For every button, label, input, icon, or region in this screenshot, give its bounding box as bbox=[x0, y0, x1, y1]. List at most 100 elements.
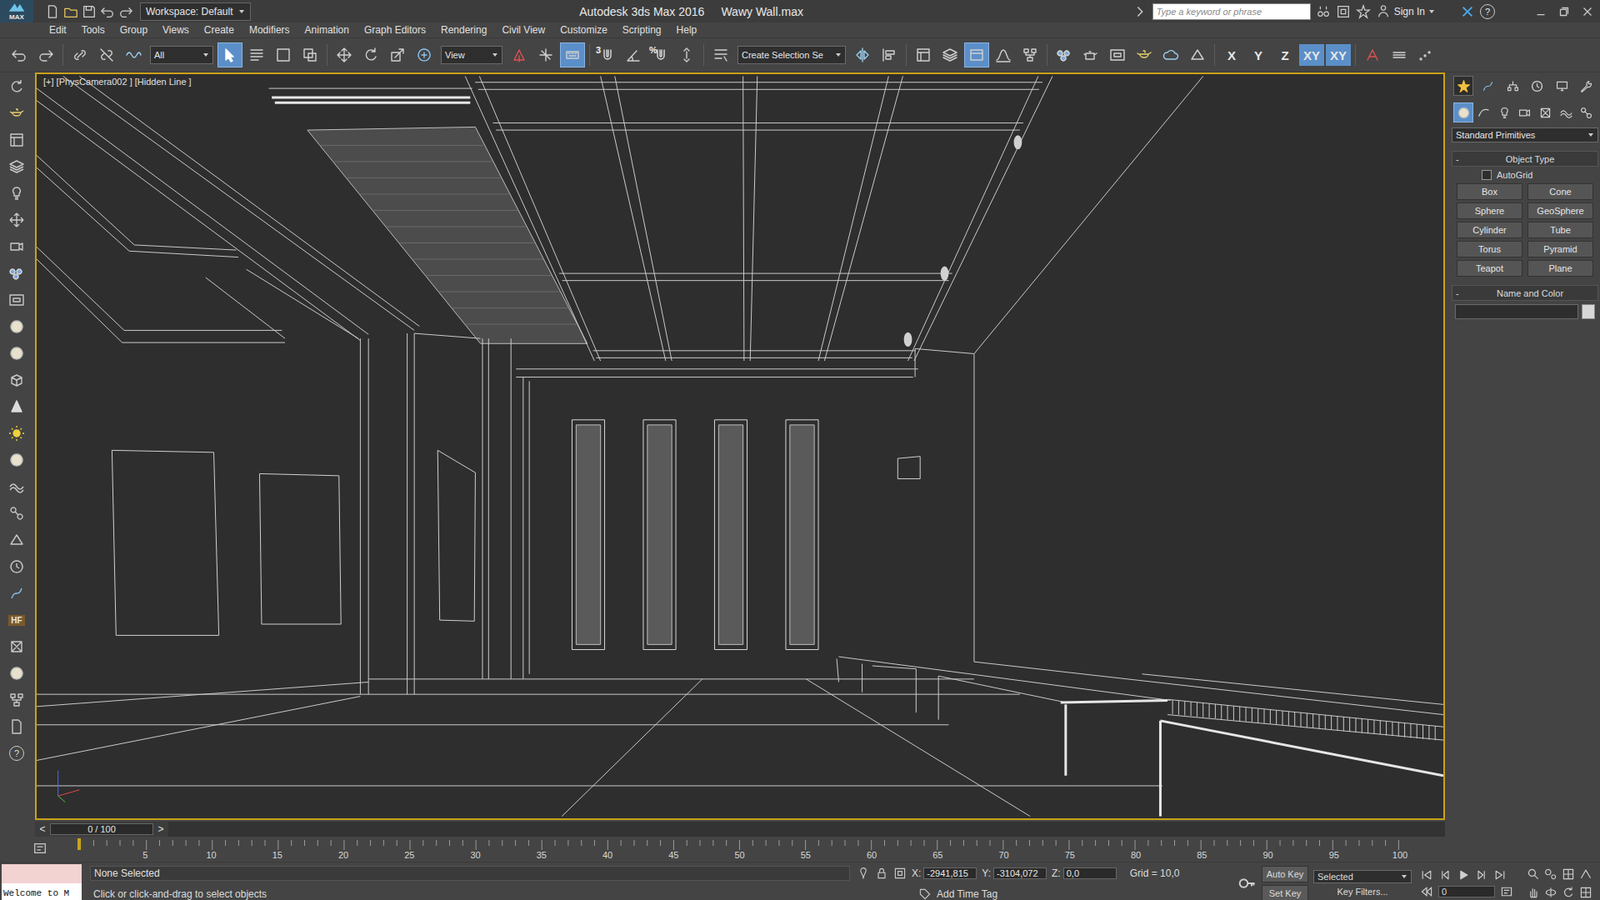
coordinate-field[interactable]: Y:-3104,072 bbox=[981, 867, 1047, 880]
coordinate-field[interactable]: Z:0,0 bbox=[1051, 867, 1117, 880]
light-tool[interactable] bbox=[5, 182, 28, 205]
minimize-icon[interactable] bbox=[1533, 4, 1549, 20]
help-button[interactable]: ? bbox=[1480, 4, 1495, 20]
hf-tool[interactable]: HF bbox=[5, 609, 28, 631]
select-and-manipulate-button[interactable] bbox=[533, 42, 559, 68]
savef-icon[interactable] bbox=[81, 4, 97, 20]
select-and-link-button[interactable] bbox=[67, 42, 93, 68]
autogrid-checkbox[interactable]: AutoGrid bbox=[1451, 170, 1599, 180]
orbit-tool[interactable] bbox=[5, 75, 28, 98]
redo-button[interactable] bbox=[33, 42, 59, 68]
object-color-swatch[interactable] bbox=[1581, 304, 1595, 320]
array-button[interactable] bbox=[1413, 42, 1439, 68]
helper-tool[interactable] bbox=[5, 529, 28, 551]
unlink-selection-button[interactable] bbox=[94, 42, 120, 68]
shade-tool[interactable] bbox=[5, 662, 28, 685]
keyboard-shortcut-override-button[interactable] bbox=[560, 42, 585, 68]
camera-tool[interactable] bbox=[5, 235, 28, 258]
create-category-button[interactable] bbox=[1555, 102, 1576, 123]
file-tool[interactable] bbox=[5, 715, 28, 738]
cone-tool[interactable] bbox=[5, 395, 28, 418]
redo-icon[interactable] bbox=[118, 4, 134, 20]
axis-constraint-3[interactable]: XY bbox=[1299, 44, 1325, 66]
percent-snap-button[interactable]: % bbox=[647, 42, 673, 68]
material-editor-button[interactable] bbox=[1051, 42, 1077, 68]
lock-icon[interactable] bbox=[875, 866, 889, 880]
time-configuration-icon[interactable] bbox=[1500, 885, 1514, 899]
sphere-tool[interactable] bbox=[5, 315, 28, 338]
command-panel-tab[interactable] bbox=[1527, 75, 1548, 96]
warp-tool[interactable] bbox=[5, 475, 28, 498]
axis-constraint-2[interactable]: Z bbox=[1272, 44, 1298, 66]
render-production-button[interactable] bbox=[1131, 42, 1157, 68]
key-set-dropdown[interactable]: Selected bbox=[1313, 870, 1412, 884]
primitive-button[interactable]: Cylinder bbox=[1456, 221, 1523, 239]
systems-tool[interactable] bbox=[5, 502, 28, 525]
layer-explorer-button[interactable] bbox=[937, 42, 963, 68]
extras-tool-button[interactable] bbox=[1360, 42, 1385, 68]
mini-curve-editor-icon[interactable] bbox=[32, 840, 48, 856]
snaps-toggle-button[interactable]: 3 bbox=[594, 42, 620, 68]
window-crossing-button[interactable] bbox=[297, 42, 323, 68]
menu-item[interactable]: Rendering bbox=[433, 24, 495, 36]
search-field[interactable]: Type a keyword or phrase bbox=[1152, 3, 1311, 20]
undo-button[interactable] bbox=[6, 42, 32, 68]
zoom-icon[interactable] bbox=[1526, 867, 1540, 881]
schematic-tool[interactable] bbox=[5, 689, 28, 711]
maxscript-listener[interactable]: Welcome to M bbox=[1, 864, 82, 900]
rollout-header[interactable]: -Object Type bbox=[1451, 150, 1599, 167]
motion-tool[interactable] bbox=[5, 555, 28, 578]
create-category-button[interactable] bbox=[1494, 102, 1515, 123]
menu-item[interactable]: Tools bbox=[74, 24, 113, 36]
curve-editor-button[interactable] bbox=[990, 42, 1016, 68]
restore-icon[interactable] bbox=[1556, 4, 1572, 20]
bind-to-space-warp-button[interactable] bbox=[120, 42, 146, 68]
primitive-button[interactable]: GeoSphere bbox=[1527, 202, 1594, 220]
menu-item[interactable]: Help bbox=[669, 24, 705, 36]
create-category-button[interactable] bbox=[1535, 102, 1556, 123]
coordinate-field[interactable]: X:-2941,815 bbox=[911, 867, 977, 880]
schematic-view-button[interactable] bbox=[1017, 42, 1043, 68]
command-panel-tab[interactable] bbox=[1478, 75, 1499, 96]
move-tool[interactable] bbox=[5, 209, 28, 231]
menu-item[interactable]: Views bbox=[155, 24, 197, 36]
key-mode-icon[interactable] bbox=[1420, 885, 1434, 899]
subscription-icon[interactable] bbox=[1335, 4, 1351, 20]
menu-item[interactable]: Graph Editors bbox=[356, 24, 434, 36]
create-category-button[interactable] bbox=[1515, 102, 1535, 123]
menu-item[interactable]: Scripting bbox=[615, 24, 670, 36]
key-filters-button[interactable]: Key Filters... bbox=[1313, 885, 1412, 898]
axis-constraint-0[interactable]: X bbox=[1219, 44, 1245, 66]
named-selection-dropdown[interactable]: Create Selection Se bbox=[737, 45, 846, 65]
exchange-icon[interactable] bbox=[1460, 4, 1475, 20]
select-and-rotate-button[interactable] bbox=[358, 42, 384, 68]
maxi-icon[interactable] bbox=[1561, 867, 1575, 881]
primitive-button[interactable]: Box bbox=[1456, 183, 1523, 200]
set-keys-key-icon[interactable] bbox=[1236, 873, 1257, 894]
play-icon[interactable] bbox=[1456, 868, 1470, 882]
primitive-button[interactable]: Plane bbox=[1527, 260, 1594, 277]
command-panel-tab[interactable] bbox=[1453, 75, 1474, 96]
isolate-icon[interactable] bbox=[856, 866, 870, 880]
object-name-field[interactable] bbox=[1455, 304, 1579, 320]
selection-filter-dropdown[interactable]: All bbox=[150, 45, 214, 65]
rotate-icon[interactable] bbox=[1561, 885, 1575, 900]
brush-presets-button[interactable] bbox=[1386, 42, 1412, 68]
select-and-scale-button[interactable] bbox=[385, 42, 410, 68]
geosphere-tool[interactable] bbox=[5, 342, 28, 365]
end-icon[interactable] bbox=[1493, 868, 1507, 882]
expand-arrow-icon[interactable] bbox=[1132, 4, 1148, 20]
modify-tool[interactable] bbox=[5, 582, 28, 605]
newf-icon[interactable] bbox=[45, 4, 60, 20]
track-bar[interactable]: 5101520253035404550556065707580859095100 bbox=[0, 838, 1600, 862]
primitive-button[interactable]: Sphere bbox=[1456, 202, 1523, 220]
box-tool[interactable] bbox=[5, 369, 28, 391]
select-and-place-button[interactable] bbox=[411, 42, 437, 68]
render-in-cloud-button[interactable] bbox=[1158, 42, 1184, 68]
close-icon[interactable] bbox=[1580, 4, 1595, 20]
prevf-icon[interactable] bbox=[1438, 868, 1452, 882]
sun-tool[interactable] bbox=[5, 422, 28, 445]
select-object-button[interactable] bbox=[217, 42, 243, 68]
menu-item[interactable]: Customize bbox=[552, 24, 615, 36]
axis-constraint-1[interactable]: Y bbox=[1245, 44, 1271, 66]
